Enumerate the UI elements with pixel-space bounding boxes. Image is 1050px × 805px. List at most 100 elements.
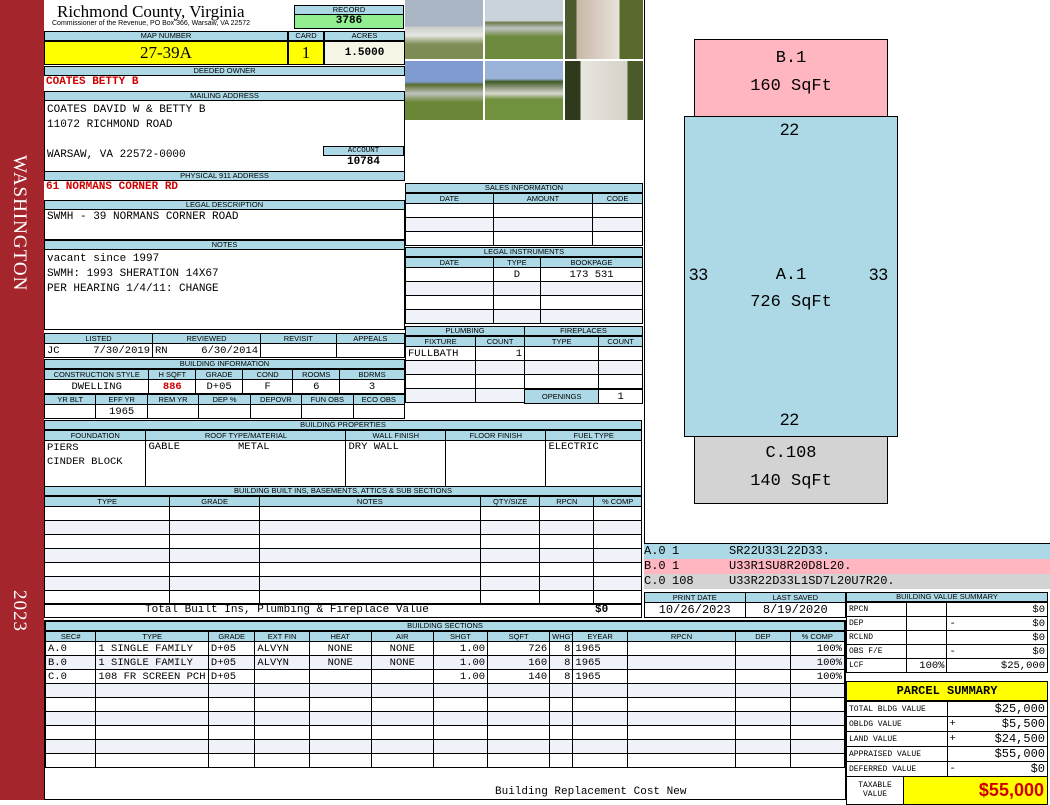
table-cell <box>405 231 494 246</box>
table-cell <box>789 711 846 726</box>
col-header: DEPOVR <box>249 394 303 405</box>
table-cell <box>549 711 574 726</box>
table-cell: C.0 <box>44 669 97 684</box>
table-cell <box>405 309 494 324</box>
header-row: CONSTRUCTION STYLE H SQFT GRADE COND ROOMS BD… <box>43 369 405 380</box>
col-header: FUEL TYPE <box>545 430 642 441</box>
table-cell <box>593 520 642 535</box>
table-row <box>523 346 643 361</box>
plumbing: PLUMBING FIXTURE COUNT FULLBATH 1 <box>404 326 525 403</box>
table-cell <box>572 739 628 754</box>
col-header: FLOOR FINISH <box>445 430 547 441</box>
property-photo[interactable] <box>485 0 563 59</box>
col-header: GRADE <box>169 496 260 507</box>
summary-label: LAND VALUE <box>846 731 948 747</box>
owner-section: DEEDED OWNER COATES BETTY B MAILING ADDR… <box>44 66 405 197</box>
dimension-left: 33 <box>689 265 708 284</box>
legend-row: C.0 108 U33R22D33L1SD7L20U7R20. <box>644 574 1050 589</box>
parcel-ids: MAP NUMBER 27-39A CARD 1 ACRES 1.5000 <box>44 31 405 65</box>
sketch-area-c108[interactable]: C.108 140 SqFt <box>694 436 888 504</box>
sketch-area-b1[interactable]: B.1 160 SqFt <box>694 39 888 117</box>
col-header: SQFT <box>487 631 551 642</box>
table-cell: NONE <box>370 655 434 670</box>
col-header: REM YR <box>146 394 200 405</box>
col-header: TYPE <box>43 496 171 507</box>
table-cell <box>258 562 481 577</box>
col-header: CONSTRUCTION STYLE <box>43 369 150 380</box>
col-header: COUNT <box>598 336 643 347</box>
mailing-line: 11072 RICHMOND ROAD <box>47 119 173 131</box>
foundation-item: CINDER BLOCK <box>47 456 123 468</box>
table-cell <box>43 520 171 535</box>
header-row: FIXTURE COUNT <box>404 336 525 347</box>
table-row <box>523 360 643 375</box>
built-ins-total-label: Total Built Ins, Plumbing & Fireplace Va… <box>145 604 429 616</box>
table-cell <box>405 217 494 232</box>
record-number: 3786 <box>294 15 404 29</box>
building-properties: BUILDING PROPERTIES FOUNDATION ROOF TYPE/… <box>43 420 642 489</box>
property-photo[interactable] <box>485 61 563 120</box>
table-cell <box>308 739 372 754</box>
table-cell <box>308 753 372 768</box>
value-sign <box>946 658 968 673</box>
table-cell <box>169 548 260 563</box>
table-cell <box>308 711 372 726</box>
table-cell <box>370 683 434 698</box>
table-cell <box>789 739 846 754</box>
value-sign: - <box>946 616 968 631</box>
value-label: RCLND <box>845 630 907 645</box>
table-row: A.0 1 SINGLE FAMILY D+05 ALVYN NONE NONE 1.00 7… <box>44 641 846 656</box>
table-row: FULLBATH 1 <box>404 346 525 361</box>
table-cell <box>572 753 628 768</box>
physical-label: PHYSICAL 911 ADDRESS <box>44 171 405 181</box>
table-cell <box>404 388 477 403</box>
page-subtitle: Commissioner of the Revenue, PO Box 366,… <box>52 20 251 27</box>
table-cell <box>432 725 489 740</box>
legal-label: LEGAL DESCRIPTION <box>44 200 405 210</box>
area-sqft: 140 SqFt <box>750 472 832 491</box>
table-cell <box>539 548 595 563</box>
table-cell <box>370 753 434 768</box>
table-cell: 100% <box>789 669 846 684</box>
property-photo[interactable] <box>405 0 483 59</box>
table-cell: NONE <box>308 655 372 670</box>
table-row <box>405 281 643 296</box>
table-cell <box>95 683 209 698</box>
table-cell: 1 SINGLE FAMILY <box>95 641 209 656</box>
table-cell: ALVYN <box>254 655 310 670</box>
sketch-area-a1[interactable]: A.1 726 SqFt <box>684 116 898 437</box>
summary-sign: - <box>946 761 966 777</box>
table-cell <box>572 697 628 712</box>
property-photo[interactable] <box>565 0 643 59</box>
table-cell <box>169 534 260 549</box>
table-row <box>405 203 643 218</box>
table-cell <box>432 683 489 698</box>
table-cell <box>539 562 595 577</box>
legal-description: SWMH - 39 NORMANS CORNER ROAD <box>44 210 405 240</box>
table-cell <box>479 548 541 563</box>
table-cell: 8 <box>549 655 574 670</box>
summary-label: DEFERRED VALUE <box>846 761 948 777</box>
building-info-value: 1965 <box>95 404 148 419</box>
summary-amount: $0 <box>965 761 1049 777</box>
table-cell <box>626 697 737 712</box>
col-header: EYEAR <box>572 631 628 642</box>
table-cell <box>523 374 600 389</box>
property-photo[interactable] <box>405 61 483 120</box>
table-cell <box>308 697 372 712</box>
area-id: C.108 <box>765 444 817 463</box>
table-cell <box>254 753 310 768</box>
property-photo[interactable] <box>565 61 643 120</box>
replacement-cost-label: Building Replacement Cost New <box>495 786 687 798</box>
table-cell <box>492 309 542 324</box>
value-amount: $0 <box>967 644 1049 659</box>
table-row <box>404 388 525 403</box>
table-cell <box>593 576 642 591</box>
owner-label: DEEDED OWNER <box>44 66 405 76</box>
foundation-item: PIERS <box>47 442 79 454</box>
summary-sign: + <box>946 731 966 747</box>
value-pct: 100% <box>906 658 948 673</box>
building-info-value: 6 <box>292 379 341 394</box>
value-sign: - <box>946 644 968 659</box>
table-cell <box>626 711 737 726</box>
